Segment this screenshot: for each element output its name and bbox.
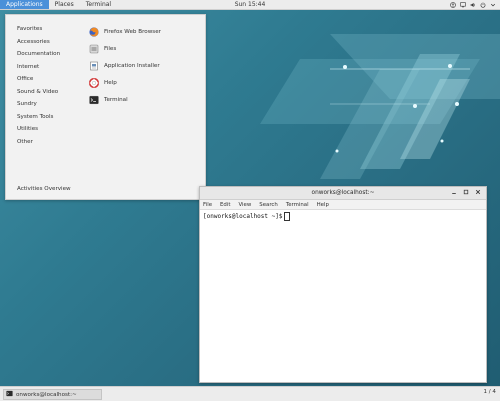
- menu-help[interactable]: Help: [317, 202, 329, 208]
- app-help[interactable]: Help: [89, 74, 161, 91]
- bottom-panel: onworks@localhost:~ 1 / 4: [0, 386, 500, 401]
- applications-menu: Favorites Accessories Documentation Inte…: [5, 14, 206, 200]
- accessibility-icon[interactable]: [450, 1, 456, 8]
- workspace-indicator[interactable]: 1 / 4: [483, 389, 496, 395]
- chevron-down-icon[interactable]: [490, 2, 496, 8]
- app-installer[interactable]: Application Installer: [89, 57, 161, 74]
- places-menu-button[interactable]: Places: [49, 0, 80, 9]
- firefox-icon: [89, 26, 99, 37]
- network-icon[interactable]: [460, 1, 466, 8]
- terminal-app-menu-button[interactable]: Terminal: [80, 0, 117, 9]
- power-icon[interactable]: [480, 1, 486, 8]
- help-icon: [89, 77, 99, 88]
- taskbar-item-terminal[interactable]: onworks@localhost:~: [3, 389, 102, 400]
- app-files[interactable]: Files: [89, 40, 161, 57]
- maximize-icon[interactable]: [463, 189, 469, 197]
- menu-edit[interactable]: Edit: [220, 202, 230, 208]
- category-favorites[interactable]: Favorites: [17, 23, 60, 36]
- app-label: Application Installer: [104, 62, 160, 69]
- category-utilities[interactable]: Utilities: [17, 123, 60, 136]
- minimize-icon[interactable]: [451, 189, 457, 197]
- category-accessories[interactable]: Accessories: [17, 36, 60, 49]
- terminal-icon: [89, 95, 99, 105]
- category-internet[interactable]: Internet: [17, 61, 60, 74]
- category-documentation[interactable]: Documentation: [17, 48, 60, 61]
- menu-view[interactable]: View: [238, 202, 251, 208]
- category-sundry[interactable]: Sundry: [17, 98, 60, 111]
- menu-terminal[interactable]: Terminal: [286, 202, 309, 208]
- terminal-content[interactable]: [onworks@localhost ~]$: [200, 210, 486, 223]
- app-firefox[interactable]: Firefox Web Browser: [89, 23, 161, 40]
- menu-search[interactable]: Search: [259, 202, 278, 208]
- category-office[interactable]: Office: [17, 73, 60, 86]
- taskbar-item-label: onworks@localhost:~: [16, 391, 77, 398]
- volume-icon[interactable]: [470, 2, 476, 8]
- applications-menu-button[interactable]: Applications: [0, 0, 49, 9]
- window-controls: [451, 187, 481, 199]
- system-tray[interactable]: [450, 0, 496, 9]
- terminal-title: onworks@localhost:~: [311, 190, 375, 196]
- app-terminal[interactable]: Terminal: [89, 91, 161, 108]
- category-other[interactable]: Other: [17, 136, 60, 149]
- installer-icon: [89, 61, 99, 71]
- activities-overview-button[interactable]: Activities Overview: [17, 186, 71, 192]
- terminal-window[interactable]: onworks@localhost:~ File Edit View Searc…: [199, 186, 487, 383]
- app-label: Terminal: [104, 96, 128, 103]
- files-icon: [89, 44, 99, 54]
- shell-prompt: [onworks@localhost ~]$: [203, 213, 283, 220]
- text-cursor: [284, 212, 291, 221]
- close-icon[interactable]: [475, 189, 481, 197]
- app-label: Firefox Web Browser: [104, 28, 161, 35]
- app-list: Firefox Web Browser Files Application In…: [89, 23, 161, 108]
- menu-file[interactable]: File: [203, 202, 212, 208]
- category-sound-video[interactable]: Sound & Video: [17, 86, 60, 99]
- app-label: Help: [104, 79, 117, 86]
- terminal-menubar: File Edit View Search Terminal Help: [200, 200, 486, 210]
- terminal-icon: [6, 390, 13, 399]
- category-system-tools[interactable]: System Tools: [17, 111, 60, 124]
- app-label: Files: [104, 45, 117, 52]
- category-list: Favorites Accessories Documentation Inte…: [17, 23, 60, 148]
- top-panel: Applications Places Terminal Sun 15:44: [0, 0, 500, 10]
- terminal-titlebar[interactable]: onworks@localhost:~: [200, 187, 486, 200]
- clock[interactable]: Sun 15:44: [235, 1, 266, 8]
